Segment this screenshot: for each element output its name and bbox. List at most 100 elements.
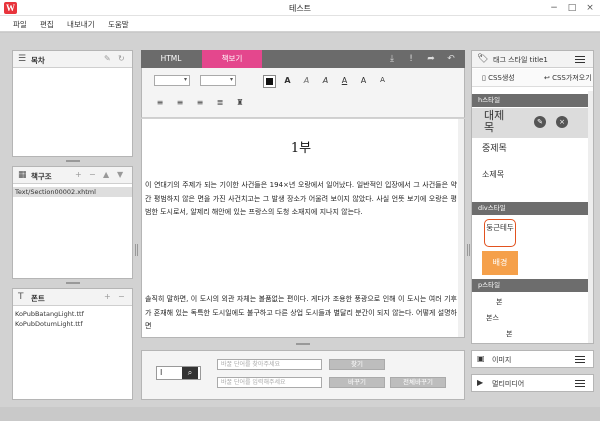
undo-icon[interactable]: ↶ [445, 53, 457, 65]
editor-tab-bar: HTML 책보기 ⤓ ! ➦ ↶ [141, 50, 465, 68]
replace-all-button[interactable]: 전체바꾸기 [390, 377, 446, 388]
window-title: 테스트 [288, 4, 312, 13]
document-title: 1부 [290, 141, 312, 156]
align-left-icon[interactable]: ≡ [154, 97, 166, 109]
paragraph: 이 연대기의 주제가 되는 기이한 사건들은 194×년 오랑에서 일어났다. … [145, 181, 457, 217]
style-icon[interactable]: ♜ [234, 97, 246, 109]
list-icon: ☰ [18, 54, 27, 64]
styles-panel: 🏷 태그 스타일 title1 ▯ CSS생성 ↩ CSS가져오기 h스타일 대… [471, 50, 594, 344]
add-font-icon[interactable]: + [104, 292, 111, 301]
right-vertical-splitter[interactable] [467, 244, 470, 256]
refresh-icon[interactable]: ↻ [118, 54, 125, 63]
h-style-section[interactable]: h스타일 [472, 94, 593, 107]
italic-button[interactable]: A [300, 74, 313, 87]
multimedia-menu-icon[interactable] [575, 380, 585, 387]
text-color-picker[interactable] [263, 75, 276, 88]
fonts-title: 폰트 [31, 294, 45, 303]
style-item-selected[interactable]: 대제목 ✎ × [472, 108, 593, 138]
div-style-section[interactable]: div스타일 [472, 202, 593, 215]
alert-icon[interactable]: ! [405, 53, 417, 65]
multimedia-panel[interactable]: ▶ 멀티미디어 [471, 374, 594, 392]
superscript-button[interactable]: A [357, 74, 370, 87]
h2-style-label[interactable]: 중제목 [482, 141, 507, 154]
menu-help[interactable]: 도움말 [108, 19, 129, 30]
rounded-border-style[interactable]: 둥근테두 [484, 219, 516, 247]
tag-icon: 🏷 [477, 54, 489, 64]
format-toolbar: ▾ ▾ A A A A A A ≡ ≡ ≡ ≣ ♜ [141, 68, 465, 118]
add-icon[interactable]: + [75, 170, 82, 179]
font-list: KoPubBatangLight.ttf KoPubDotumLight.ttf [13, 309, 132, 329]
tab-html[interactable]: HTML [141, 50, 201, 68]
list-item[interactable]: KoPubDotumLight.ttf [13, 319, 132, 329]
tab-book-view[interactable]: 책보기 [202, 50, 262, 68]
find-button[interactable]: 찾기 [329, 359, 385, 370]
bold-button[interactable]: A [281, 74, 294, 87]
book-structure-panel: ▦ 책구조 + − ▲ ▼ Text/Section00002.xhtml [12, 166, 133, 279]
background-style[interactable]: 배경 [482, 251, 518, 275]
fonts-panel-header: T 폰트 + − [13, 289, 132, 306]
close-button[interactable]: × [584, 2, 596, 14]
move-up-icon[interactable]: ▲ [103, 170, 109, 179]
list-item[interactable]: Text/Section00002.xhtml [13, 187, 132, 197]
toc-panel: ☰ 목차 ✎ ↻ [12, 50, 133, 157]
edit-style-icon[interactable]: ✎ [534, 116, 546, 128]
menu-icon[interactable] [575, 56, 585, 63]
font-size-select[interactable]: ▾ [200, 75, 236, 86]
multimedia-panel-title: 멀티미디어 [492, 380, 525, 388]
search-icon[interactable]: ⌕ [182, 367, 198, 379]
p-style-label-3[interactable]: 본 [506, 329, 512, 339]
subscript-button[interactable]: A [376, 74, 389, 87]
styles-scrollbar[interactable] [588, 91, 593, 343]
move-down-icon[interactable]: ▼ [117, 170, 123, 179]
menu-export[interactable]: 내보내기 [67, 19, 95, 30]
editor-content[interactable]: 1부 이 연대기의 주제가 되는 기이한 사건들은 194×년 오랑에서 일어났… [141, 119, 465, 338]
share-icon[interactable]: ➦ [425, 53, 437, 65]
image-panel[interactable]: ▣ 이미지 [471, 350, 594, 368]
maximize-button[interactable]: □ [566, 2, 578, 14]
css-create-button[interactable]: ▯ CSS생성 [482, 73, 515, 83]
underline-button[interactable]: A [338, 74, 351, 87]
replace-button[interactable]: 바꾸기 [329, 377, 385, 388]
css-toolbar: ▯ CSS생성 ↩ CSS가져오기 [472, 69, 593, 87]
editor-splitter[interactable] [141, 341, 465, 347]
left-vertical-splitter[interactable] [135, 244, 138, 256]
search-input[interactable]: 바꿀 단어를 찾아주세요 [217, 359, 322, 370]
minimize-button[interactable]: − [548, 2, 560, 14]
list-item[interactable]: KoPubBatangLight.ttf [13, 309, 132, 319]
align-center-icon[interactable]: ≡ [174, 97, 186, 109]
remove-icon[interactable]: − [89, 170, 96, 179]
menu-file[interactable]: 파일 [13, 19, 27, 30]
css-import-button[interactable]: ↩ CSS가져오기 [544, 73, 592, 83]
fonts-panel: T 폰트 + − KoPubBatangLight.ttf KoPubDotum… [12, 288, 133, 400]
tree-icon: ▦ [18, 170, 27, 180]
edit-icon[interactable]: ✎ [104, 54, 111, 63]
toc-panel-header: ☰ 목차 ✎ ↻ [13, 51, 132, 68]
image-panel-title: 이미지 [492, 356, 512, 364]
image-icon: ▣ [477, 354, 485, 363]
h3-style-label[interactable]: 소제목 [482, 169, 504, 180]
p-style-label-2[interactable]: 본스 [486, 313, 499, 323]
image-menu-icon[interactable] [575, 356, 585, 363]
oblique-button[interactable]: A [319, 74, 332, 87]
p-style-label-1[interactable]: 본 [496, 297, 502, 307]
replace-input[interactable]: 바꿀 단어를 입력해주세요 [217, 377, 322, 388]
find-mode-box[interactable]: I ⌕ [156, 366, 201, 380]
align-justify-icon[interactable]: ≣ [214, 97, 226, 109]
font-family-select[interactable]: ▾ [154, 75, 190, 86]
remove-font-icon[interactable]: − [118, 292, 125, 301]
download-icon[interactable]: ⤓ [386, 53, 398, 65]
left-splitter-2[interactable] [12, 280, 133, 286]
p-style-section[interactable]: p스타일 [472, 279, 593, 292]
styles-panel-title: 태그 스타일 title1 [493, 56, 548, 64]
toc-title: 목차 [31, 56, 45, 65]
delete-style-icon[interactable]: × [556, 116, 568, 128]
title-bar: W 테스트 − □ × [0, 0, 600, 16]
editor-scrollbar[interactable] [458, 119, 464, 337]
cursor-icon: I [160, 368, 163, 377]
book-structure-header: ▦ 책구조 + − ▲ ▼ [13, 167, 132, 184]
menu-edit[interactable]: 편집 [40, 19, 54, 30]
font-icon: T [18, 292, 24, 302]
align-right-icon[interactable]: ≡ [194, 97, 206, 109]
file-list: Text/Section00002.xhtml [13, 187, 132, 197]
left-splitter-1[interactable] [12, 158, 133, 164]
